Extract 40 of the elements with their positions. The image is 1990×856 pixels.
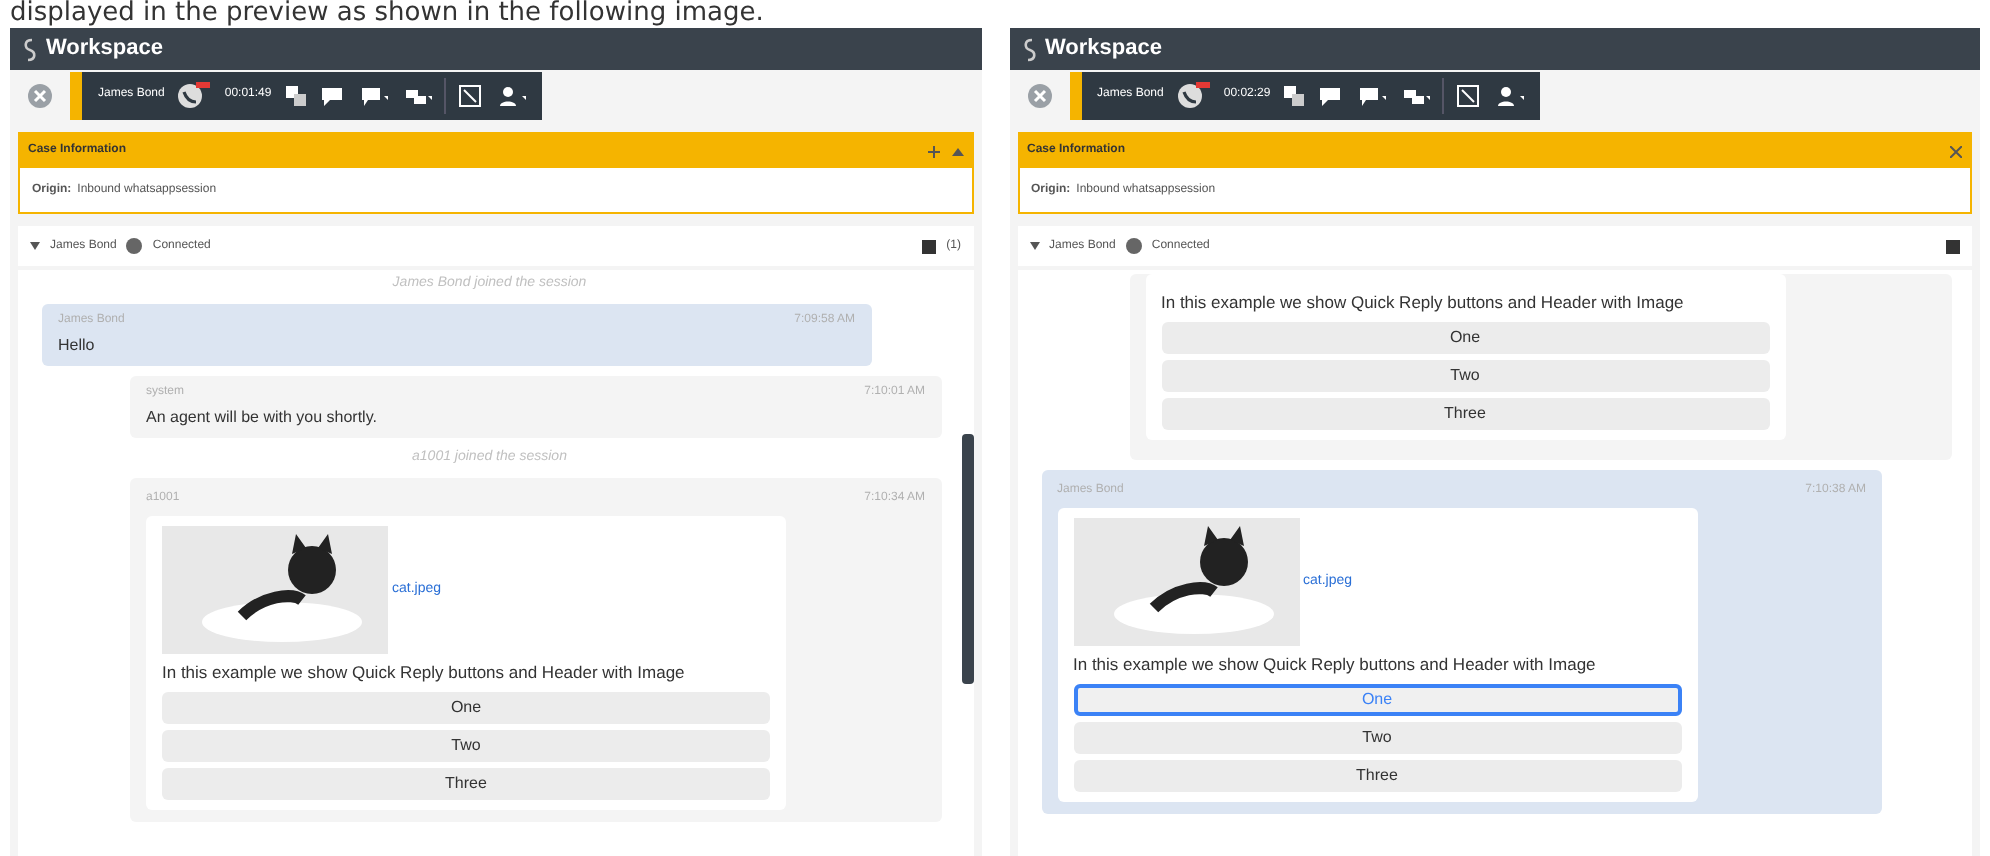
status-icon [126,238,143,254]
transfer-icon[interactable] [283,83,308,107]
window-title: Workspace [1045,34,1162,65]
transcript-icon[interactable] [1946,239,1960,253]
logo-icon [1021,37,1037,61]
quick-reply-button[interactable]: One [162,691,770,724]
close-icon[interactable] [26,81,54,109]
caret-down-icon[interactable] [1029,242,1039,250]
quick-reply-button[interactable]: Three [1161,397,1769,430]
screen-icon[interactable] [457,83,482,107]
message-text: An agent will be with you shortly. [146,406,379,430]
card-text: In this example we show Quick Reply buttons and Header with Image [1073,651,1598,677]
phone-icon[interactable] [1175,81,1212,109]
caption-text: displayed in the preview as shown in the following image. [8,0,766,28]
quick-reply-button[interactable]: Two [1073,721,1681,753]
scrollbar-thumb[interactable] [961,434,973,684]
transfer-icon[interactable] [1282,83,1307,107]
status-icon [1125,238,1142,254]
logo-icon [22,37,38,61]
chat-icon[interactable] [1318,83,1343,107]
quick-reply-button[interactable]: Three [162,767,770,800]
user-dropdown-icon[interactable] [1492,83,1525,107]
caret-down-icon[interactable] [30,242,40,250]
plus-icon[interactable] [927,145,939,157]
chat-icon[interactable] [319,83,344,107]
chat-dropdown-icon[interactable] [1354,83,1387,107]
close-icon[interactable] [1950,145,1962,157]
card-text: In this example we show Quick Reply buttons and Header with Image [162,660,687,686]
transcript-icon[interactable] [922,239,937,253]
message-text: Hello [58,334,97,358]
phone-icon[interactable] [176,81,213,109]
card-text: In this example we show Quick Reply buttons and Header with Image [1161,290,1686,316]
close-icon[interactable] [1025,81,1053,109]
quick-reply-button[interactable]: Three [1073,759,1681,791]
quick-reply-button[interactable]: Two [1161,359,1769,392]
window-title: Workspace [46,34,163,65]
screen-icon[interactable] [1456,83,1481,107]
quick-reply-button[interactable]: Two [162,729,770,762]
quick-reply-button[interactable]: One [1161,321,1769,354]
caret-up-icon[interactable] [951,145,963,157]
